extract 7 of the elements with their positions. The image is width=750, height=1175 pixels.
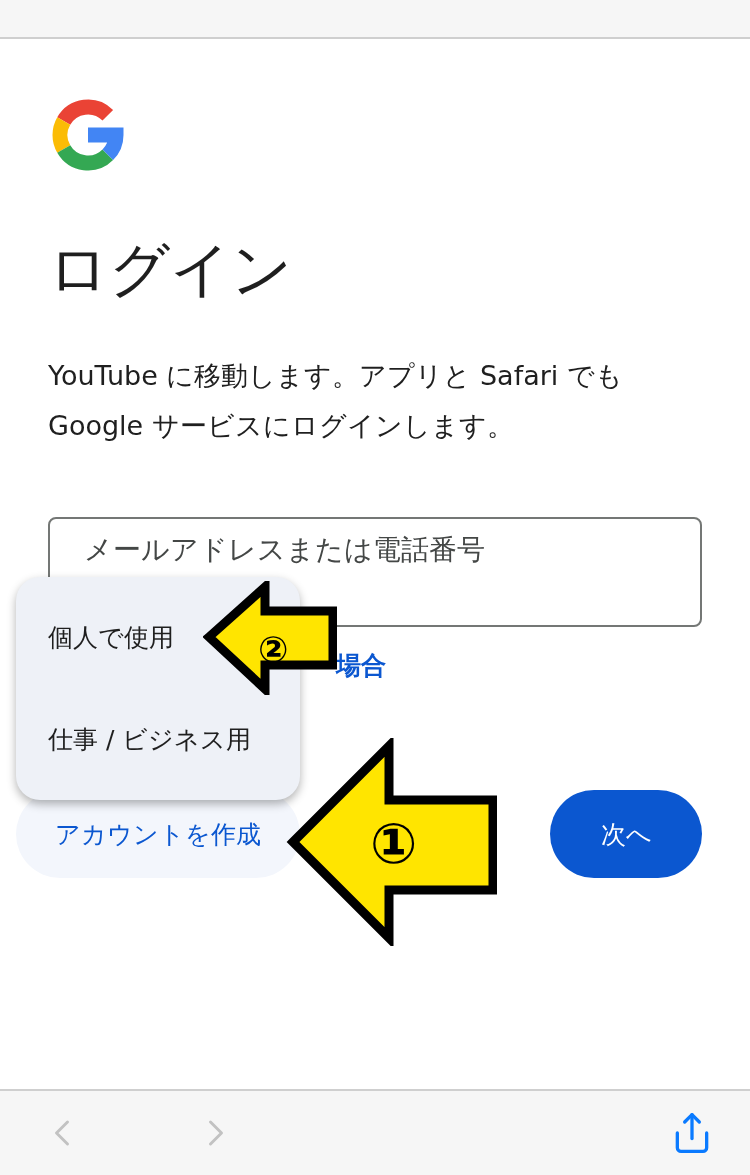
next-button[interactable]: 次へ [550, 790, 702, 878]
page-title: ログイン [48, 233, 293, 306]
forgot-email-link[interactable]: 場合 [336, 651, 386, 680]
menu-item[interactable]: 仕事 / ビジネス用 [48, 722, 252, 756]
step-number: ① [370, 816, 418, 872]
description-text: YouTube に移動します。アプリと Safari でも Google サービスにログインします。 [48, 359, 624, 443]
step-number: ② [258, 632, 289, 668]
